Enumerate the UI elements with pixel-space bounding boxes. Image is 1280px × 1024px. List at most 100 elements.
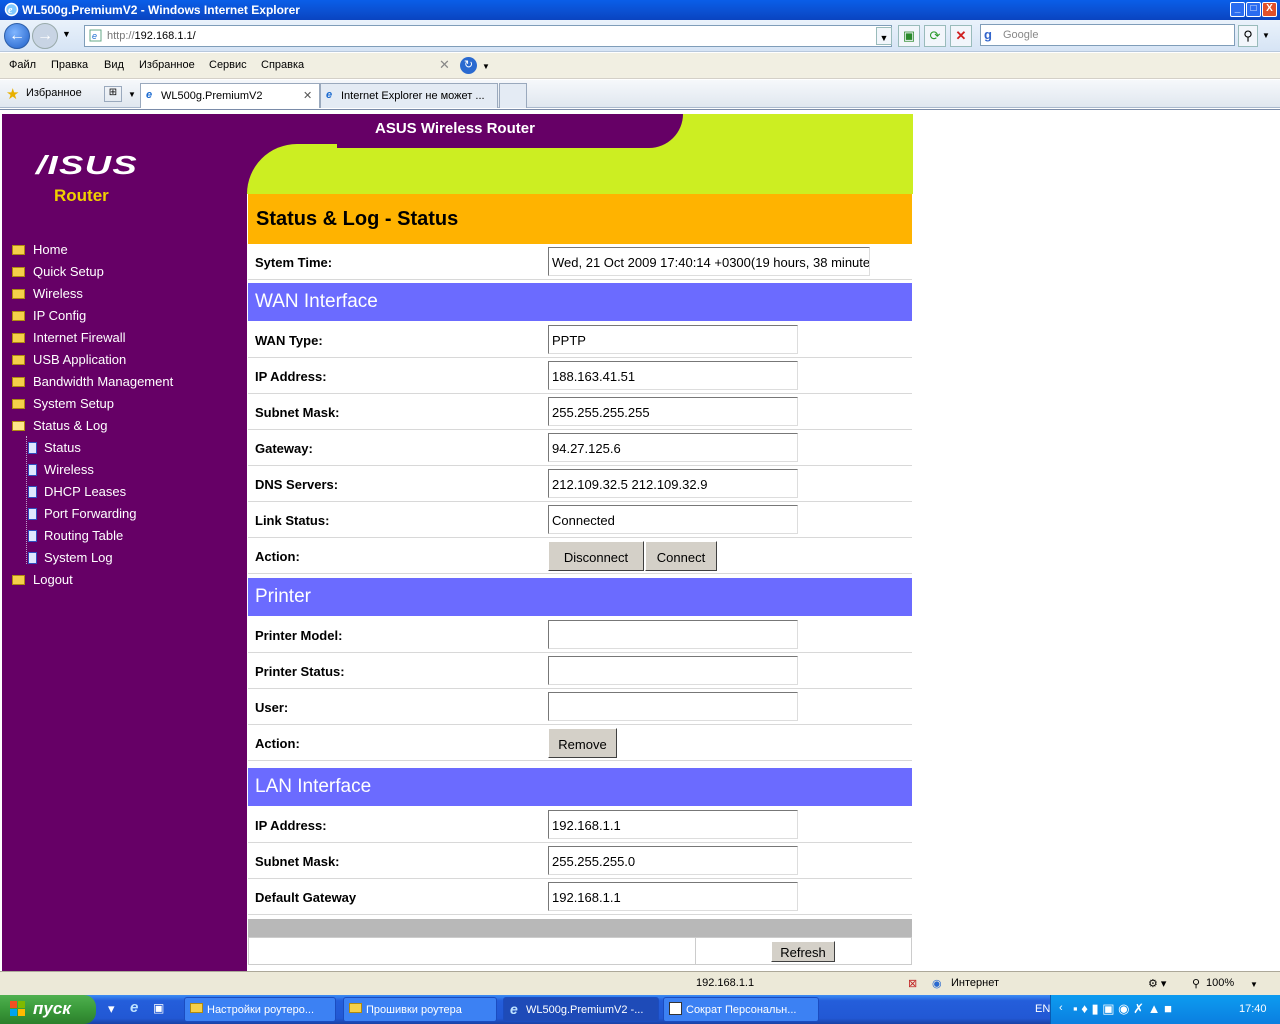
wan-link-label: Link Status:: [255, 513, 330, 528]
sidebar-item-internet-firewall[interactable]: Internet Firewall: [12, 330, 125, 345]
remove-button[interactable]: Remove: [548, 728, 617, 758]
lan-mask-row: Subnet Mask: 255.255.255.0: [248, 843, 912, 879]
new-tab-button[interactable]: [499, 83, 527, 108]
tab-wl500g[interactable]: e WL500g.PremiumV2 ✕: [140, 83, 320, 108]
tab-bar: ★ Избранное ⊞ ▼ e WL500g.PremiumV2 ✕ e I…: [0, 80, 1280, 108]
favorites-label[interactable]: Избранное: [26, 87, 82, 99]
url-input[interactable]: e http://192.168.1.1/: [84, 25, 892, 47]
taskbar-item-socrat[interactable]: Сократ Персональн...: [663, 997, 819, 1022]
footer-actions: Refresh: [248, 937, 912, 965]
sidebar-subitem-port-forwarding[interactable]: Port Forwarding: [28, 506, 136, 521]
sidebar-subitem-wireless[interactable]: Wireless: [28, 462, 94, 477]
printer-status-label: Printer Status:: [255, 664, 345, 679]
folder-icon: [12, 377, 25, 387]
url-dropdown-icon[interactable]: ▼: [876, 27, 892, 45]
folder-icon: [12, 399, 25, 409]
zoom-dropdown-icon[interactable]: ▼: [1250, 980, 1258, 989]
toolbar-refresh-icon[interactable]: ↻: [460, 57, 477, 74]
menu-file[interactable]: Файл: [9, 59, 36, 71]
folder-icon: [349, 1003, 362, 1013]
quick-tabs-icon[interactable]: ⊞: [104, 86, 122, 102]
sidebar-item-wireless[interactable]: Wireless: [12, 286, 83, 301]
refresh-button[interactable]: Refresh: [771, 941, 835, 962]
taskbar-item-browser[interactable]: e WL500g.PremiumV2 -...: [503, 997, 659, 1022]
status-bar: 192.168.1.1 ⊠ ◉ Интернет ⚙ ▾ ⚲ 100% ▼: [0, 971, 1280, 995]
menu-edit[interactable]: Правка: [51, 59, 88, 71]
close-button[interactable]: X: [1262, 2, 1277, 17]
window-title: WL500g.PremiumV2 - Windows Internet Expl…: [22, 3, 300, 17]
tab-ie-error-label: Internet Explorer не может ...: [341, 90, 485, 102]
disconnect-button[interactable]: Disconnect: [548, 541, 644, 571]
connect-button[interactable]: Connect: [645, 541, 717, 571]
windows-logo-icon: [10, 1001, 26, 1017]
footer-band: [248, 919, 912, 937]
sidebar-subitem-routing-table[interactable]: Routing Table: [28, 528, 123, 543]
sidebar-subitem-system-log[interactable]: System Log: [28, 550, 113, 565]
blocked-icon: ⊠: [908, 978, 918, 990]
forward-arrow-icon: →: [37, 27, 53, 44]
language-indicator[interactable]: EN: [1035, 1003, 1050, 1015]
folder-icon: [12, 267, 25, 277]
menu-tools[interactable]: Сервис: [209, 59, 247, 71]
sidebar-item-quick-setup[interactable]: Quick Setup: [12, 264, 104, 279]
protected-mode-icon[interactable]: ⚙ ▾: [1148, 977, 1166, 990]
svg-text:e: e: [92, 31, 97, 41]
tab-ie-error[interactable]: e Internet Explorer не может ...: [320, 83, 498, 108]
quicklaunch-media-icon[interactable]: ▣: [153, 1001, 164, 1015]
sidebar-item-system-setup[interactable]: System Setup: [12, 396, 114, 411]
folder-icon: [12, 289, 25, 299]
sidebar-subitem-status[interactable]: Status: [28, 440, 81, 455]
sidebar-item-label: System Setup: [33, 396, 114, 411]
history-dropdown-icon[interactable]: ▼: [62, 29, 71, 39]
minimize-button[interactable]: _: [1230, 2, 1245, 17]
wan-ip-row: IP Address: 188.163.41.51: [248, 358, 912, 394]
lan-mask-value: 255.255.255.0: [548, 846, 798, 875]
tab-close-icon[interactable]: ✕: [303, 89, 312, 102]
taskbar-item-firmware[interactable]: Прошивки роутера: [343, 997, 497, 1022]
menu-view[interactable]: Вид: [104, 59, 124, 71]
url-protocol: http://: [107, 30, 135, 42]
sidebar-item-ip-config[interactable]: IP Config: [12, 308, 86, 323]
sidebar-item-usb-application[interactable]: USB Application: [12, 352, 126, 367]
search-go-icon[interactable]: ⚲: [1238, 25, 1258, 47]
tray-apps-icons[interactable]: ▪ ♦ ▮ ▣ ◉ ✗ ▲ ■: [1073, 1001, 1172, 1017]
toolbar-dropdown-icon[interactable]: ▼: [482, 62, 490, 71]
window-title-bar: e WL500g.PremiumV2 - Windows Internet Ex…: [0, 0, 1280, 20]
favorites-star-icon[interactable]: ★: [6, 85, 19, 103]
search-input[interactable]: g Google: [980, 24, 1235, 46]
start-label: пуск: [33, 999, 71, 1018]
sidebar-subitem-label: System Log: [44, 550, 113, 565]
sidebar-item-logout[interactable]: Logout: [12, 572, 73, 587]
sidebar-item-label: Logout: [33, 572, 73, 587]
stop-icon[interactable]: ✕: [950, 25, 972, 47]
search-options-icon[interactable]: ▼: [1262, 31, 1270, 40]
zoom-level[interactable]: 100%: [1206, 977, 1234, 989]
menu-help[interactable]: Справка: [261, 59, 304, 71]
sidebar-item-bandwidth-management[interactable]: Bandwidth Management: [12, 374, 173, 389]
forward-button[interactable]: →: [32, 23, 58, 49]
sidebar-subitem-label: Status: [44, 440, 81, 455]
header-title: ASUS Wireless Router: [375, 120, 535, 137]
quicklaunch-ie-icon[interactable]: e: [130, 999, 138, 1016]
asus-logo: /ISUS: [36, 150, 139, 180]
start-button[interactable]: пуск: [0, 995, 96, 1024]
wan-link-row: Link Status: Connected: [248, 502, 912, 538]
compat-view-icon[interactable]: ▣: [898, 25, 920, 47]
sidebar-item-status-log[interactable]: Status & Log: [12, 418, 107, 433]
taskbar-item-router-settings[interactable]: Настройки роутеро...: [184, 997, 336, 1022]
lan-mask-label: Subnet Mask:: [255, 854, 340, 869]
maximize-button[interactable]: □: [1246, 2, 1261, 17]
menu-favorites[interactable]: Избранное: [139, 59, 195, 71]
refresh-icon[interactable]: ⟳: [924, 25, 946, 47]
sidebar-subitem-dhcp-leases[interactable]: DHCP Leases: [28, 484, 126, 499]
close-menu-icon[interactable]: ✕: [439, 57, 450, 73]
printer-model-value: [548, 620, 798, 649]
tab-list-dropdown-icon[interactable]: ▼: [128, 90, 136, 99]
tray-expand-icon[interactable]: ‹: [1059, 1002, 1063, 1014]
lan-ip-row: IP Address: 192.168.1.1: [248, 807, 912, 843]
sidebar-item-home[interactable]: Home: [12, 242, 68, 257]
back-button[interactable]: ←: [4, 23, 30, 49]
lan-section-title: LAN Interface: [248, 768, 912, 806]
quicklaunch-desktop-icon[interactable]: ▾: [108, 1001, 115, 1017]
web-page: /ISUS Router Home Quick Setup Wireless I…: [0, 109, 1280, 971]
